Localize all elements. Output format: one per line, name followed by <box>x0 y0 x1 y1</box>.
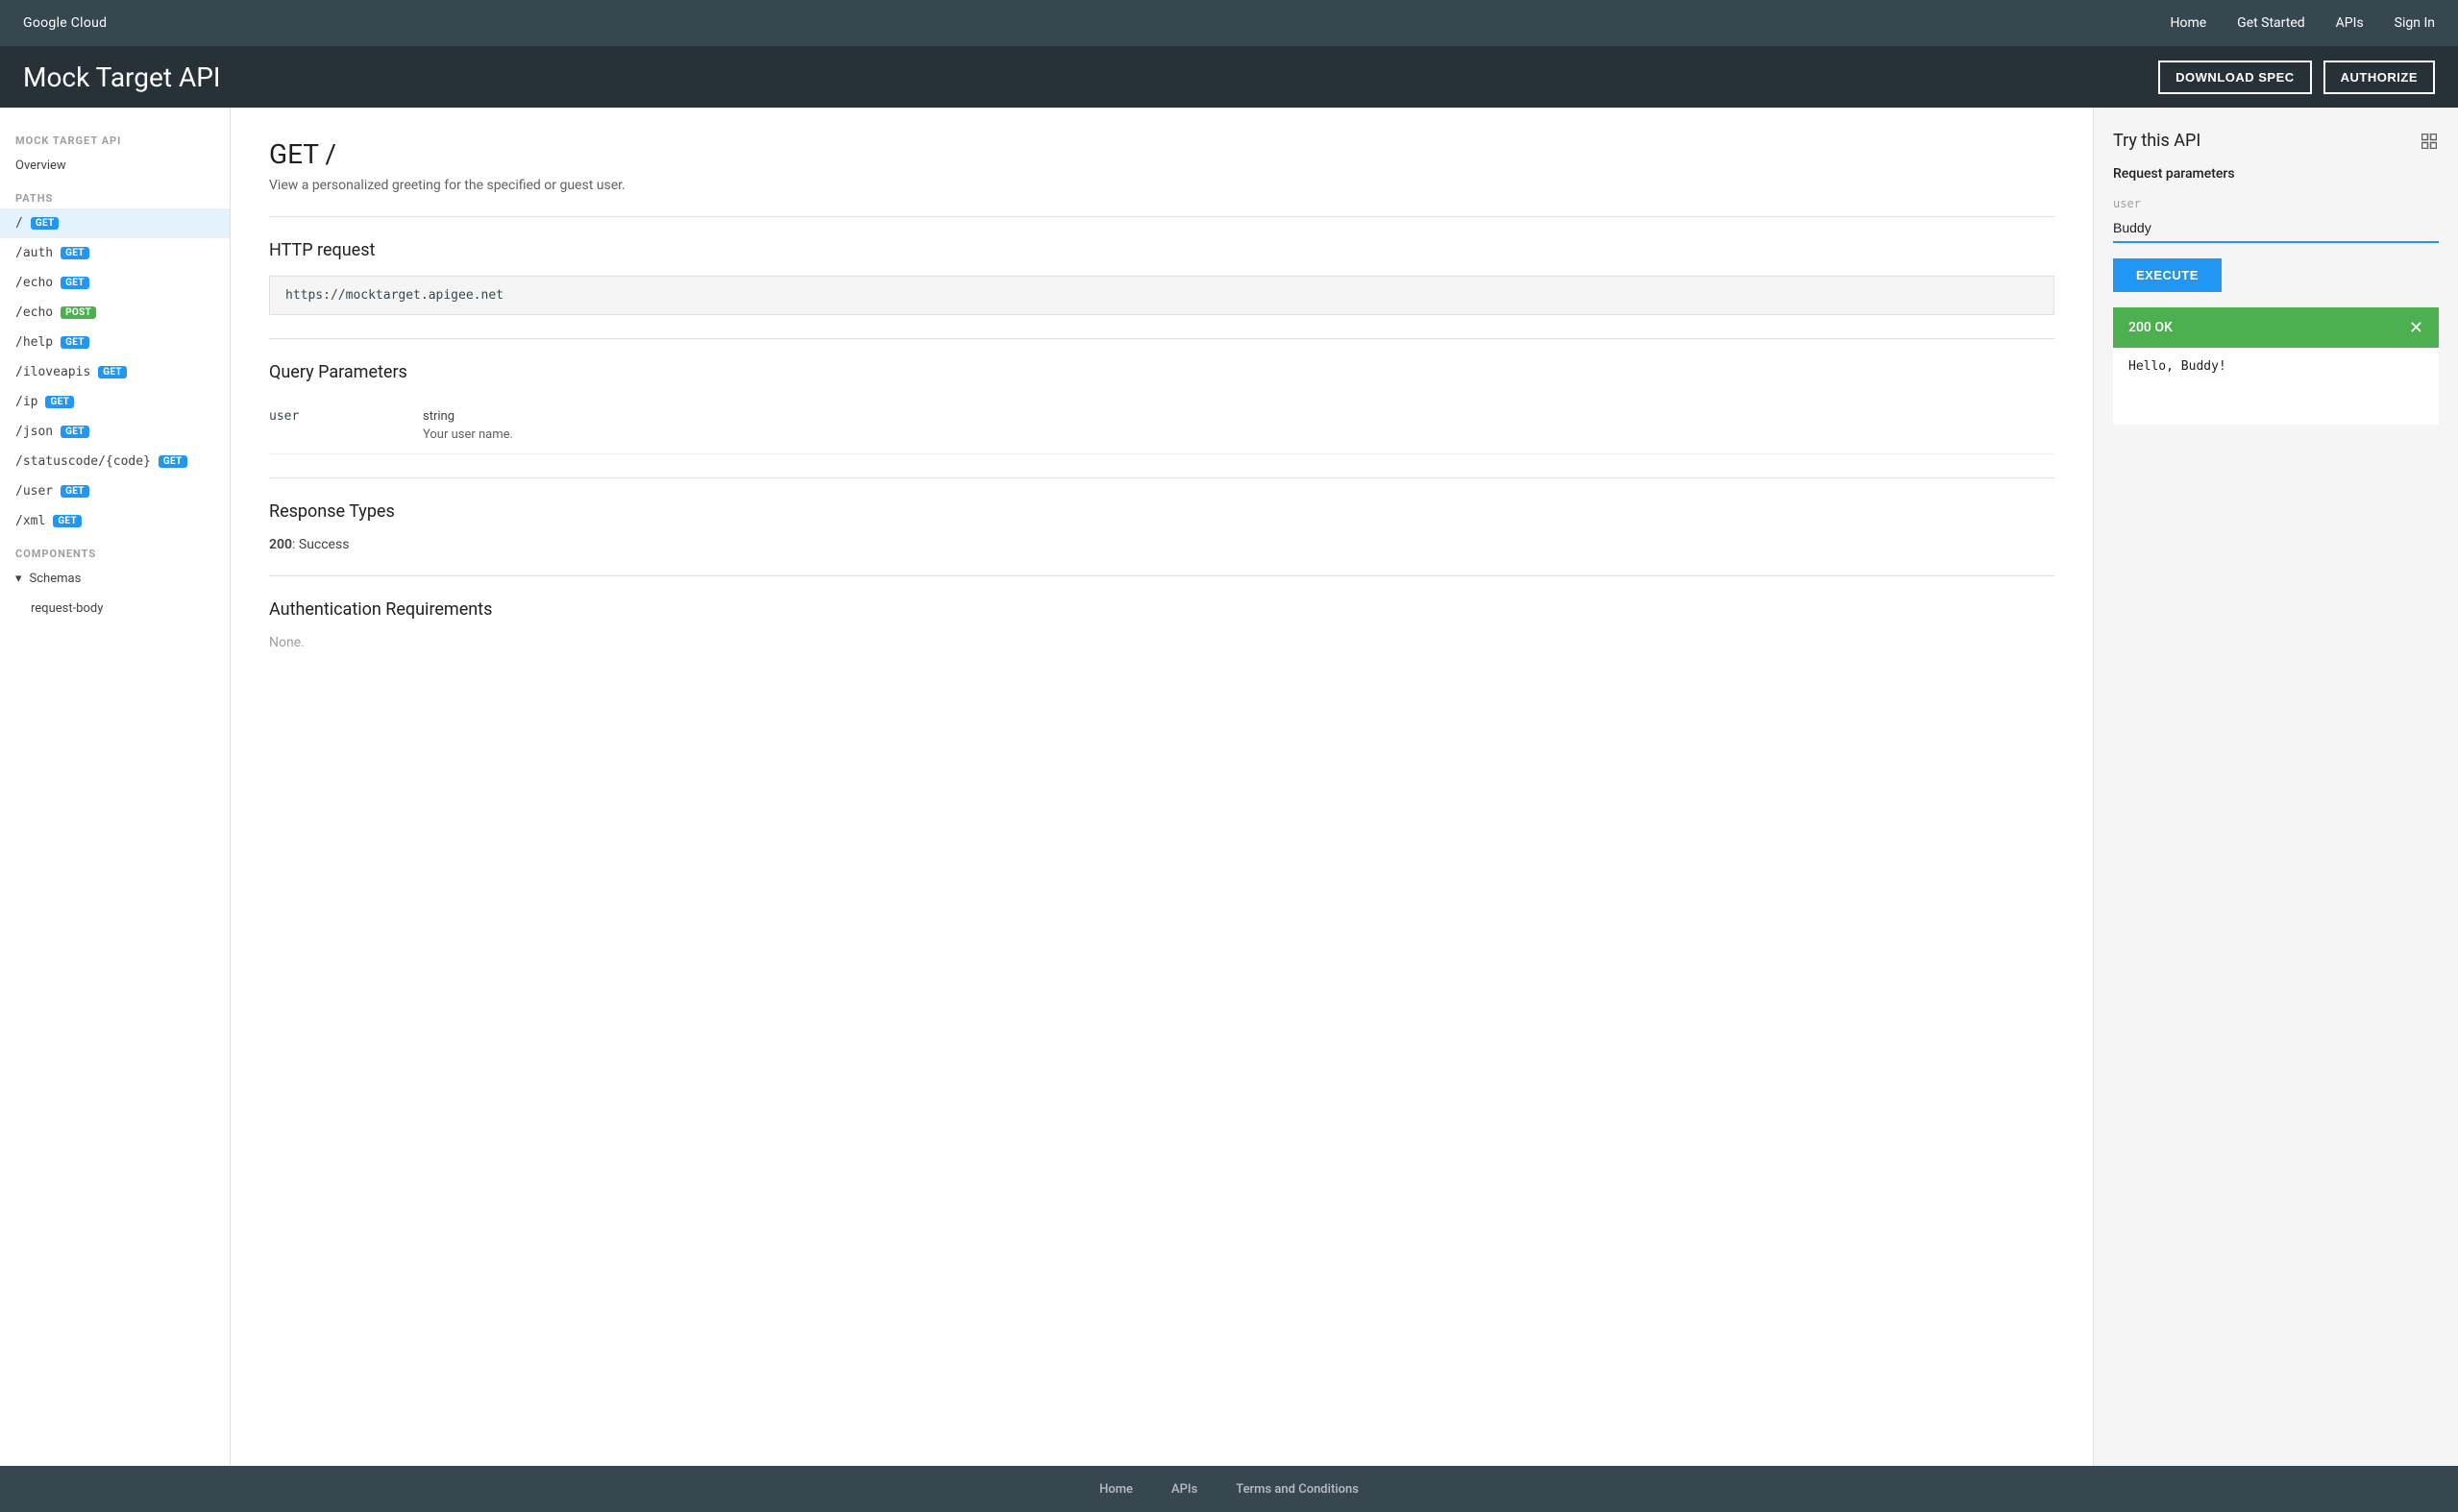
badge-get: GET <box>159 455 187 468</box>
nav-sign-in[interactable]: Sign In <box>2395 15 2435 31</box>
download-spec-button[interactable]: DOWNLOAD SPEC <box>2158 61 2312 94</box>
main-layout: MOCK TARGET API Overview PATHS / GET /au… <box>0 108 2458 1466</box>
footer: Home APIs Terms and Conditions <box>0 1466 2458 1512</box>
badge-get: GET <box>61 277 89 289</box>
path-label: /help <box>15 335 53 350</box>
response-item: 200: Success <box>269 537 2054 552</box>
expand-icon[interactable] <box>2420 132 2439 151</box>
response-body: Hello, Buddy! <box>2113 348 2439 425</box>
divider-4 <box>269 575 2054 576</box>
badge-post: POST <box>61 306 96 319</box>
path-label: /xml <box>15 514 45 528</box>
schemas-label: Schemas <box>30 572 82 586</box>
sidebar-paths-title: PATHS <box>0 181 230 208</box>
path-label: /echo <box>15 276 53 290</box>
param-field-section: user <box>2113 197 2439 243</box>
sidebar-path-user-get[interactable]: /user GET <box>0 476 230 506</box>
page-title: Mock Target API <box>23 61 221 93</box>
auth-title: Authentication Requirements <box>269 599 2054 620</box>
footer-apis[interactable]: APIs <box>1171 1482 1197 1497</box>
badge-get: GET <box>45 396 74 408</box>
sidebar-path-root-get[interactable]: / GET <box>0 208 230 238</box>
path-label: /echo <box>15 305 53 320</box>
sidebar-path-help-get[interactable]: /help GET <box>0 328 230 357</box>
sidebar: MOCK TARGET API Overview PATHS / GET /au… <box>0 108 231 1466</box>
query-param-row: user string Your user name. <box>269 398 2054 454</box>
endpoint-title: GET / <box>269 138 2054 170</box>
sidebar-components-title: COMPONENTS <box>0 536 230 564</box>
sidebar-schema-request-body[interactable]: request-body <box>0 594 230 623</box>
brand-name: Google Cloud <box>23 15 107 31</box>
query-params-title: Query Parameters <box>269 362 2054 382</box>
response-code: 200 <box>269 537 292 552</box>
nav-links: Home Get Started APIs Sign In <box>2170 15 2435 31</box>
path-label: /iloveapis <box>15 365 90 379</box>
top-nav: Google Cloud Home Get Started APIs Sign … <box>0 0 2458 46</box>
divider-2 <box>269 338 2054 339</box>
main-content: GET / View a personalized greeting for t… <box>231 108 2093 1466</box>
badge-get: GET <box>61 485 89 498</box>
sidebar-schemas[interactable]: ▾ Schemas <box>0 564 230 594</box>
nav-home[interactable]: Home <box>2170 15 2206 31</box>
divider-1 <box>269 216 2054 217</box>
user-input[interactable] <box>2113 214 2439 243</box>
nav-apis[interactable]: APIs <box>2336 15 2364 31</box>
param-type: string <box>423 409 513 424</box>
query-params-table: user string Your user name. <box>269 398 2054 454</box>
path-label: / <box>15 216 23 231</box>
sidebar-api-title: MOCK TARGET API <box>0 123 230 151</box>
response-label: Success <box>299 537 350 552</box>
footer-home[interactable]: Home <box>1099 1482 1133 1497</box>
path-label: /statuscode/{code} <box>15 454 151 469</box>
sidebar-path-ip-get[interactable]: /ip GET <box>0 387 230 417</box>
sidebar-path-auth-get[interactable]: /auth GET <box>0 238 230 268</box>
param-desc: Your user name. <box>423 427 513 442</box>
sidebar-item-overview[interactable]: Overview <box>0 151 230 181</box>
request-params-section: Request parameters <box>2113 166 2439 182</box>
sidebar-path-json-get[interactable]: /json GET <box>0 417 230 447</box>
response-banner: 200 OK ✕ <box>2113 307 2439 348</box>
http-request-title: HTTP request <box>269 240 2054 260</box>
sidebar-path-echo-post[interactable]: /echo POST <box>0 298 230 328</box>
badge-get: GET <box>61 247 89 259</box>
response-status: 200 OK <box>2128 320 2173 335</box>
badge-get: GET <box>31 217 60 230</box>
header-actions: DOWNLOAD SPEC AUTHORIZE <box>2158 61 2435 94</box>
try-panel-header: Try this API <box>2113 131 2439 151</box>
response-close-button[interactable]: ✕ <box>2409 319 2423 336</box>
param-field-label: user <box>2113 197 2439 210</box>
overview-label: Overview <box>15 159 66 173</box>
schemas-expand-icon: ▾ <box>15 572 22 586</box>
path-label: /user <box>15 484 53 499</box>
path-label: /auth <box>15 246 53 260</box>
page-header: Mock Target API DOWNLOAD SPEC AUTHORIZE <box>0 46 2458 108</box>
response-types-title: Response Types <box>269 501 2054 522</box>
path-label: /json <box>15 425 53 439</box>
sidebar-path-echo-get[interactable]: /echo GET <box>0 268 230 298</box>
badge-get: GET <box>61 426 89 438</box>
divider-3 <box>269 477 2054 478</box>
path-label: /ip <box>15 395 37 409</box>
execute-button[interactable]: EXECUTE <box>2113 258 2222 292</box>
sidebar-path-xml-get[interactable]: /xml GET <box>0 506 230 536</box>
schema-item-label: request-body <box>31 601 103 616</box>
response-colon: : <box>292 537 299 552</box>
request-params-title: Request parameters <box>2113 166 2439 182</box>
auth-value: None. <box>269 635 2054 650</box>
sidebar-path-statuscode-get[interactable]: /statuscode/{code} GET <box>0 447 230 476</box>
badge-get: GET <box>53 515 82 527</box>
nav-get-started[interactable]: Get Started <box>2237 15 2305 31</box>
try-panel-title: Try this API <box>2113 131 2200 151</box>
badge-get: GET <box>61 336 89 349</box>
response-section: 200 OK ✕ Hello, Buddy! <box>2113 307 2439 425</box>
sidebar-path-iloveapis-get[interactable]: /iloveapis GET <box>0 357 230 387</box>
http-url-box: https://mocktarget.apigee.net <box>269 276 2054 315</box>
badge-get: GET <box>98 366 127 378</box>
param-details: string Your user name. <box>423 409 513 442</box>
try-api-panel: Try this API Request parameters user EXE… <box>2093 108 2458 1466</box>
footer-terms[interactable]: Terms and Conditions <box>1236 1482 1359 1497</box>
authorize-button[interactable]: AUTHORIZE <box>2323 61 2435 94</box>
endpoint-desc: View a personalized greeting for the spe… <box>269 178 2054 193</box>
param-name: user <box>269 409 384 442</box>
